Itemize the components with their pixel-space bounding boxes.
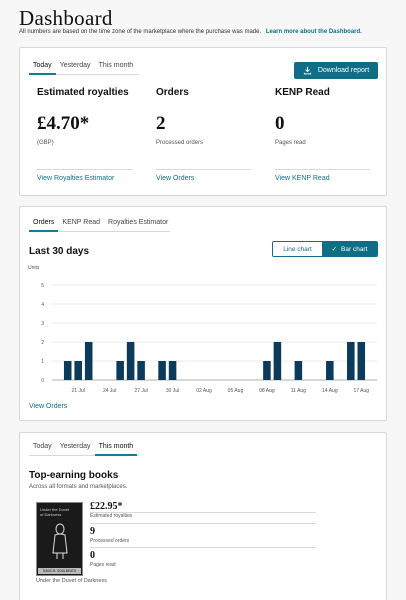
summary-card: Today Yesterday This month Download repo… [19,47,387,196]
orders-chart-card: Orders KENP Read Royalties Estimator Las… [19,206,387,421]
y-tick-label: 1 [41,359,44,365]
metric-royalties-value: £4.70* [37,113,90,134]
check-icon: ✓ [331,246,338,253]
metric-orders-value: 2 [156,113,166,134]
top-books-tabs: Today Yesterday This month [29,443,139,456]
book-royalties-caption: Estimated royalties [90,513,133,519]
view-orders-link[interactable]: View Orders [156,175,194,182]
book-cover[interactable]: Under the Duvet of Darkness DAVID B. SOU… [36,502,83,576]
metric-orders-caption: Processed orders [156,140,204,146]
tab-today[interactable]: Today [29,62,56,75]
book-pages-caption: Pages read [90,562,116,568]
page-title: Dashboard [19,6,113,30]
book-royalties-value: £22.95* [90,501,123,512]
metric-royalties: Estimated royalties £4.70* (GBP) View Ro… [37,87,132,182]
y-tick-label: 0 [41,378,44,384]
metric-kenp-value: 0 [275,113,285,134]
bar-20-jul [63,361,72,380]
book-royalties: £22.95* Estimated royalties [90,501,316,519]
summary-tabs: Today Yesterday This month [29,62,139,75]
bar-14-aug [326,361,334,380]
metric-orders-title: Orders [156,87,189,98]
bar-26-jul [126,342,135,380]
view-kenp-read-link[interactable]: View KENP Read [275,175,330,182]
chart-tabs: Orders KENP Read Royalties Estimator [29,219,170,232]
learn-more-link[interactable]: Learn more about the Dashboard. [266,29,362,35]
tab-kenp-read[interactable]: KENP Read [58,219,104,231]
download-icon [303,66,311,75]
divider [37,169,132,170]
book-orders-caption: Processed orders [90,538,130,544]
range-title: Last 30 days [29,246,90,257]
x-tick-label: 21 Jul [72,388,85,394]
y-tick-label: 3 [41,321,44,327]
cover-figure-icon [52,523,68,559]
x-tick-label: 24 Jul [103,388,116,394]
tab-royalties-estimator[interactable]: Royalties Estimator [104,219,172,231]
bar-29-jul [158,361,166,380]
divider [90,523,316,524]
bar-27-jul [137,361,145,380]
divider [156,169,251,170]
view-royalties-estimator-link[interactable]: View Royalties Estimator [37,175,114,182]
bar-25-jul [116,361,124,380]
subtitle-text: All numbers are based on the time zone o… [19,29,262,35]
x-tick-label: 17 Aug [353,388,369,394]
y-axis-label: Units [28,265,40,271]
download-report-label: Download report [317,67,370,74]
book-orders-value: 9 [90,526,95,537]
page-subtitle: All numbers are based on the time zone o… [19,29,362,35]
book-pages: 0 Pages read [90,547,316,568]
bar-22-jul [84,342,93,380]
bar-09-aug [273,342,282,380]
x-tick-label: 11 Aug [291,388,306,394]
tab-this-month[interactable]: This month [95,62,138,74]
cover-title-text: Under the Duvet of Darkness [40,507,70,517]
bar-17-aug [357,342,366,380]
orders-bar-chart: Units 0 1 2 3 4 5 21 Jul 24 Jul 27 Jul 30 Jul 02 Au… [28,265,377,394]
bar-16-aug [347,342,355,380]
x-tick-label: 14 Aug [322,388,338,394]
tab-yesterday[interactable]: Yesterday [56,443,95,455]
cover-author: DAVID B. SOULBEATS [38,568,81,574]
tab-yesterday[interactable]: Yesterday [56,62,95,74]
y-tick-label: 4 [41,302,44,308]
metric-kenp: KENP Read 0 Pages read View KENP Read [275,87,370,182]
tab-today[interactable]: Today [29,443,56,455]
metric-kenp-title: KENP Read [275,87,330,98]
book-pages-value: 0 [90,550,95,561]
bar-11-aug [294,361,303,380]
download-report-button[interactable]: Download report [294,62,378,79]
y-tick-label: 2 [41,340,44,346]
divider [90,512,316,513]
metric-kenp-caption: Pages read [275,140,306,146]
bar-08-aug [263,361,271,380]
top-books-title: Top-earning books [29,470,119,481]
x-tick-label: 27 Jul [134,388,147,394]
x-tick-label: 08 Aug [259,388,275,394]
tab-this-month[interactable]: This month [94,443,138,456]
bar-21-jul [74,361,82,380]
x-tick-label: 30 Jul [166,388,179,394]
bar-chart-button[interactable]: ✓ Bar chart [322,242,377,256]
x-tick-label: 05 Aug [228,388,244,394]
chart-type-toggle: Line chart ✓ Bar chart [272,241,378,257]
top-books-card: Today Yesterday This month Top-earning b… [19,432,387,600]
divider [90,547,316,548]
tab-orders[interactable]: Orders [29,219,59,232]
metric-orders: Orders 2 Processed orders View Orders [156,87,251,182]
book-orders: 9 Processed orders [90,523,316,544]
divider [275,169,370,170]
x-tick-label: 02 Aug [196,388,212,394]
metric-royalties-title: Estimated royalties [37,87,129,98]
metric-royalties-caption: (GBP) [37,140,54,146]
top-books-subtitle: Across all formats and marketplaces. [29,484,128,490]
book-name: Under the Duvet of Darkness [36,578,107,584]
bar-30-jul [168,361,177,380]
view-orders-chart-link[interactable]: View Orders [29,403,67,410]
line-chart-button[interactable]: Line chart [273,242,322,256]
y-tick-label: 5 [41,283,44,289]
bar-chart-label: Bar chart [341,245,368,253]
